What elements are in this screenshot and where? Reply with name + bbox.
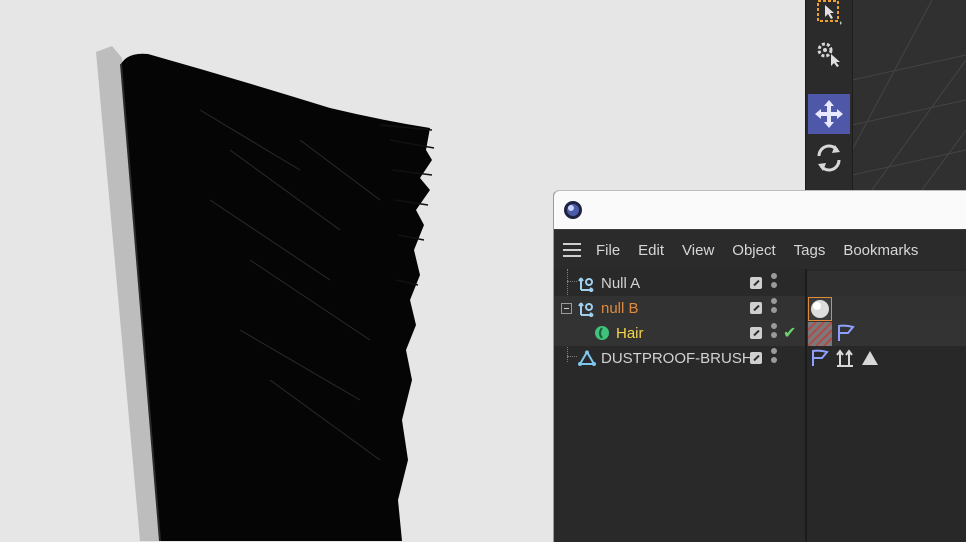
visibility-dots[interactable] xyxy=(770,348,778,369)
visibility-dots[interactable] xyxy=(770,323,778,344)
collapse-icon[interactable] xyxy=(561,303,572,314)
visibility-dots[interactable] xyxy=(770,273,778,294)
phong-tag-icon[interactable] xyxy=(836,323,856,343)
move-icon xyxy=(815,100,843,128)
tag-row-hair xyxy=(807,321,966,346)
polygon-object-icon xyxy=(578,350,596,366)
material-sphere-tag-icon[interactable] xyxy=(808,297,832,321)
menu-view[interactable]: View xyxy=(673,242,723,259)
object-list: Null A null B Hair ✔ DUSTPROOF-BRUSH xyxy=(554,269,805,542)
enabled-check-icon[interactable]: ✔ xyxy=(783,323,796,343)
hair-object-icon xyxy=(595,326,609,340)
layer-toggle[interactable] xyxy=(750,327,762,339)
object-name[interactable]: Hair xyxy=(616,325,644,342)
hair-material-tag-icon[interactable] xyxy=(808,322,832,346)
hamburger-menu-icon[interactable] xyxy=(563,243,581,257)
rotate-icon xyxy=(817,144,841,172)
display-tag-icon[interactable] xyxy=(860,348,880,368)
move-tool-button[interactable] xyxy=(808,94,850,134)
object-manager-window: File Edit View Object Tags Bookmarks Nul… xyxy=(553,190,966,542)
object-name[interactable]: null B xyxy=(601,300,639,317)
object-row-hair[interactable]: Hair ✔ xyxy=(554,321,805,346)
null-object-icon xyxy=(578,277,594,292)
menu-bookmarks[interactable]: Bookmarks xyxy=(834,242,927,259)
grid-viewport[interactable] xyxy=(852,0,966,190)
rotate-tool-button[interactable] xyxy=(808,138,850,178)
tag-row-null-a xyxy=(807,271,966,296)
live-selection-button[interactable] xyxy=(808,0,850,32)
phong-tag-icon[interactable] xyxy=(810,348,830,368)
cinema4d-logo-icon xyxy=(564,201,582,219)
tag-row-dustproof-brush xyxy=(807,346,966,371)
tag-row-null-b xyxy=(807,296,966,321)
tags-column xyxy=(805,269,966,542)
layer-toggle[interactable] xyxy=(750,302,762,314)
normal-tag-icon[interactable] xyxy=(835,348,855,368)
live-selection-icon xyxy=(817,0,842,25)
object-row-null-a[interactable]: Null A xyxy=(554,271,805,296)
tweak-tool-button[interactable] xyxy=(808,34,850,74)
object-row-null-b[interactable]: null B xyxy=(554,296,805,321)
object-name[interactable]: Null A xyxy=(601,275,640,292)
window-title-bar[interactable] xyxy=(554,191,966,229)
tool-palette xyxy=(805,0,853,190)
menu-bar: File Edit View Object Tags Bookmarks xyxy=(554,229,966,271)
object-row-dustproof-brush[interactable]: DUSTPROOF-BRUSH xyxy=(554,346,805,371)
layer-toggle[interactable] xyxy=(750,277,762,289)
visibility-dots[interactable] xyxy=(770,298,778,319)
null-object-icon xyxy=(578,302,594,317)
menu-file[interactable]: File xyxy=(587,242,629,259)
menu-object[interactable]: Object xyxy=(723,242,784,259)
object-name[interactable]: DUSTPROOF-BRUSH xyxy=(601,350,753,367)
layer-toggle[interactable] xyxy=(750,352,762,364)
tweak-icon xyxy=(817,42,840,67)
menu-edit[interactable]: Edit xyxy=(629,242,673,259)
menu-tags[interactable]: Tags xyxy=(785,242,835,259)
